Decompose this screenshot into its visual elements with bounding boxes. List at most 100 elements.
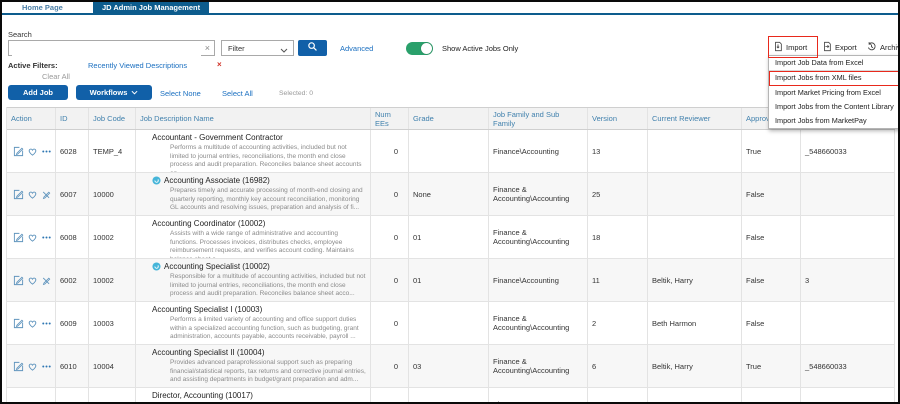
job-family: Finance & Accounting\Accounting	[489, 216, 588, 258]
advanced-link[interactable]: Advanced	[340, 44, 373, 53]
num-ees: 0	[371, 173, 409, 215]
job-name[interactable]: Accounting Coordinator (10002)	[136, 219, 370, 228]
job-name[interactable]: Accountant - Government Contractor	[136, 133, 370, 142]
filter-selected-value: Filter	[228, 44, 245, 53]
num-ees: 0	[371, 302, 409, 344]
job-name[interactable]: Accounting Associate (16982)	[136, 176, 370, 185]
archive-label: Archive	[880, 43, 900, 52]
import-menu-item[interactable]: Import Job Data from Excel	[769, 56, 899, 71]
favorite-icon[interactable]	[27, 318, 38, 329]
extra-value: 3	[801, 259, 895, 301]
job-family: Finance\Accounting	[489, 130, 588, 172]
job-family: Finance & Accounting\Accounting	[489, 302, 588, 344]
num-ees: 0	[371, 259, 409, 301]
edit-off-icon[interactable]	[41, 275, 52, 286]
edit-icon[interactable]	[13, 189, 24, 200]
edit-icon[interactable]	[13, 232, 24, 243]
action-cell	[7, 216, 56, 258]
job-name-cell: Accounting Associate (16982)Prepares tim…	[136, 173, 371, 215]
clear-all-link[interactable]: Clear All	[42, 72, 70, 81]
job-family: Finance & Accounting\Accounting	[489, 345, 588, 387]
favorite-icon[interactable]	[27, 232, 38, 243]
current-reviewer	[648, 216, 742, 258]
edit-icon[interactable]	[13, 318, 24, 329]
column-header[interactable]: Job Family and Sub Family	[489, 108, 588, 129]
archive-button[interactable]: Archive	[866, 40, 900, 54]
more-icon[interactable]	[41, 318, 52, 329]
edit-icon[interactable]	[13, 275, 24, 286]
column-header[interactable]: Grade	[409, 108, 489, 129]
current-reviewer	[648, 388, 742, 404]
remove-filter-icon[interactable]: ×	[217, 60, 222, 69]
active-filters-label: Active Filters:	[8, 61, 58, 70]
column-header[interactable]: Job Code	[89, 108, 136, 129]
column-header[interactable]: ID	[56, 108, 89, 129]
job-name-cell: Accounting Specialist II (10004)Provides…	[136, 345, 371, 387]
job-name-text[interactable]: Accounting Specialist (10002)	[164, 262, 270, 271]
job-name-text[interactable]: Accounting Associate (16982)	[164, 176, 270, 185]
search-icon	[307, 39, 318, 57]
version: 13	[588, 130, 648, 172]
favorite-icon[interactable]	[27, 189, 38, 200]
table-body: 6028TEMP_4Accountant - Government Contra…	[7, 130, 895, 404]
column-header[interactable]: Version	[588, 108, 648, 129]
edit-icon[interactable]	[13, 361, 24, 372]
workflows-label: Workflows	[90, 88, 128, 97]
job-name[interactable]: Accounting Specialist I (10003)	[136, 305, 370, 314]
edit-icon[interactable]	[13, 146, 24, 157]
job-name-text[interactable]: Accounting Specialist I (10003)	[152, 305, 262, 314]
job-name-cell: Accounting Specialist I (10003)Performs …	[136, 302, 371, 344]
search-input[interactable]	[12, 42, 201, 56]
job-id: 6007	[56, 173, 89, 215]
grade: 03	[409, 345, 489, 387]
extra-value: _548660033	[801, 130, 895, 172]
job-id: 6028	[56, 130, 89, 172]
show-active-jobs-toggle[interactable]	[406, 42, 433, 55]
import-menu-item[interactable]: Import Market Pricing from Excel	[769, 86, 899, 100]
add-job-button[interactable]: Add Job	[8, 85, 68, 100]
job-name-text[interactable]: Accounting Coordinator (10002)	[152, 219, 265, 228]
table-row: 600210002Accounting Specialist (10002)Re…	[7, 259, 895, 302]
filter-chip-recently-viewed[interactable]: Recently Viewed Descriptions	[88, 61, 187, 70]
more-icon[interactable]	[41, 361, 52, 372]
job-name-text[interactable]: Accountant - Government Contractor	[152, 133, 283, 142]
workflows-button[interactable]: Workflows	[76, 85, 152, 100]
edit-off-icon[interactable]	[41, 189, 52, 200]
job-name-cell: Accounting Coordinator (10002)Assists wi…	[136, 216, 371, 258]
chevron-down-icon	[131, 88, 138, 97]
tab-jd-admin-job-management[interactable]: JD Admin Job Management	[93, 2, 209, 13]
select-none-link[interactable]: Select None	[160, 89, 201, 98]
column-header[interactable]: Num EEs	[371, 108, 409, 129]
search-button[interactable]	[298, 40, 327, 56]
job-name[interactable]: Accounting Specialist II (10004)	[136, 348, 370, 357]
clear-search-icon[interactable]: ×	[205, 42, 210, 55]
column-header[interactable]: Action	[7, 108, 56, 129]
job-name[interactable]: Accounting Specialist (10002)	[136, 262, 370, 271]
table-row: 600710000Accounting Associate (16982)Pre…	[7, 173, 895, 216]
favorite-icon[interactable]	[27, 146, 38, 157]
import-menu-item[interactable]: Import Jobs from XML files	[769, 71, 899, 86]
favorite-icon[interactable]	[27, 275, 38, 286]
import-button[interactable]: Import	[773, 40, 807, 54]
import-menu-item[interactable]: Import Jobs from the Content Library	[769, 100, 899, 114]
num-ees: 0	[371, 345, 409, 387]
status-icon	[152, 262, 161, 271]
column-header[interactable]: Job Description Name	[136, 108, 371, 129]
job-description: Performs a multitude of accounting activ…	[170, 144, 366, 172]
export-button[interactable]: Export	[822, 40, 857, 54]
job-name-text[interactable]: Accounting Specialist II (10004)	[152, 348, 265, 357]
version: 6	[588, 345, 648, 387]
column-header[interactable]: Current Reviewer	[648, 108, 742, 129]
tab-home-page[interactable]: Home Page	[22, 3, 63, 12]
chevron-down-icon	[280, 46, 288, 55]
filter-select[interactable]: Filter	[221, 40, 294, 56]
import-menu-item[interactable]: Import Jobs from MarketPay	[769, 114, 899, 128]
more-icon[interactable]	[41, 232, 52, 243]
more-icon[interactable]	[41, 146, 52, 157]
job-name[interactable]: Director, Accounting (10017)	[136, 391, 370, 400]
table-row: 601110017Director, Accounting (10017)Sup…	[7, 388, 895, 404]
select-all-link[interactable]: Select All	[222, 89, 253, 98]
favorite-icon[interactable]	[27, 361, 38, 372]
num-ees: 0	[371, 130, 409, 172]
job-name-text[interactable]: Director, Accounting (10017)	[152, 391, 253, 400]
